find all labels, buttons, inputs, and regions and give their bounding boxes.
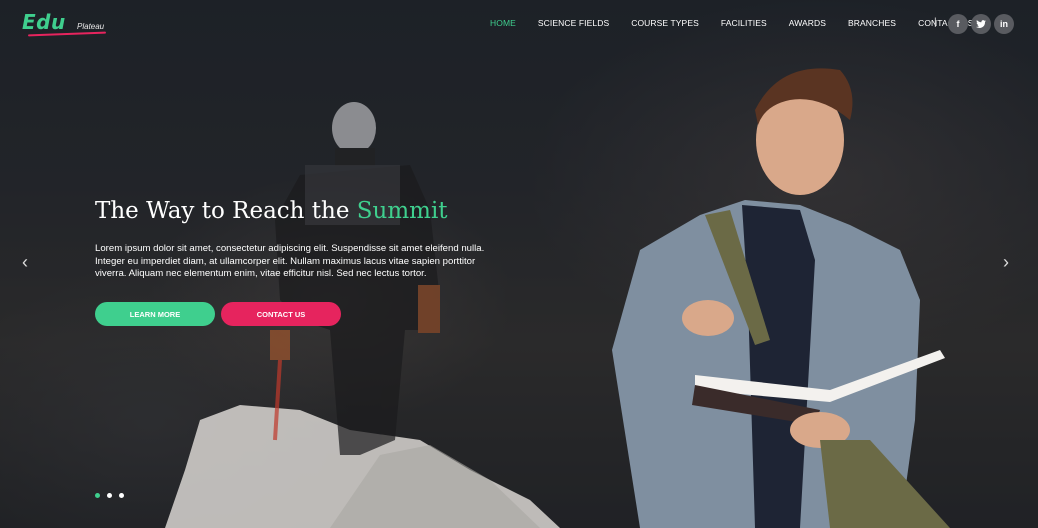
- nav-branches[interactable]: BRANCHES: [848, 18, 896, 28]
- hero-body-text: Lorem ipsum dolor sit amet, consectetur …: [95, 243, 485, 280]
- nav-science-fields[interactable]: SCIENCE FIELDS: [538, 18, 609, 28]
- facebook-icon[interactable]: f: [948, 14, 968, 34]
- nav-course-types[interactable]: COURSE TYPES: [631, 18, 699, 28]
- student-figure: [612, 68, 950, 528]
- main-nav: HOME SCIENCE FIELDS COURSE TYPES FACILIT…: [490, 18, 996, 28]
- next-slide-arrow[interactable]: ›: [1003, 252, 1009, 273]
- contact-us-button[interactable]: CONTACT US: [221, 302, 341, 326]
- nav-home[interactable]: HOME: [490, 18, 516, 28]
- hero-headline-prefix: The Way to Reach the: [95, 198, 357, 224]
- facebook-glyph: f: [956, 19, 960, 29]
- hero-headline-accent: Summit: [356, 198, 448, 224]
- prev-slide-arrow[interactable]: ‹: [22, 252, 28, 273]
- linkedin-icon[interactable]: in: [994, 14, 1014, 34]
- logo-sub-text: Plateau: [77, 22, 105, 31]
- nav-facilities[interactable]: FACILITIES: [721, 18, 767, 28]
- carousel-dot-2[interactable]: [107, 493, 112, 498]
- carousel-dot-3[interactable]: [119, 493, 124, 498]
- hero-headline: The Way to Reach the Summit: [95, 198, 448, 224]
- site-logo[interactable]: Edu Plateau: [22, 10, 112, 38]
- logo-main-text: Edu: [22, 10, 66, 34]
- twitter-icon[interactable]: t: [971, 14, 991, 34]
- twitter-bird-glyph: [976, 19, 986, 28]
- carousel-dot-1[interactable]: [95, 493, 100, 498]
- linkedin-glyph: in: [1000, 19, 1008, 29]
- nav-awards[interactable]: AWARDS: [789, 18, 826, 28]
- nav-separator: |: [934, 17, 937, 28]
- learn-more-button[interactable]: LEARN MORE: [95, 302, 215, 326]
